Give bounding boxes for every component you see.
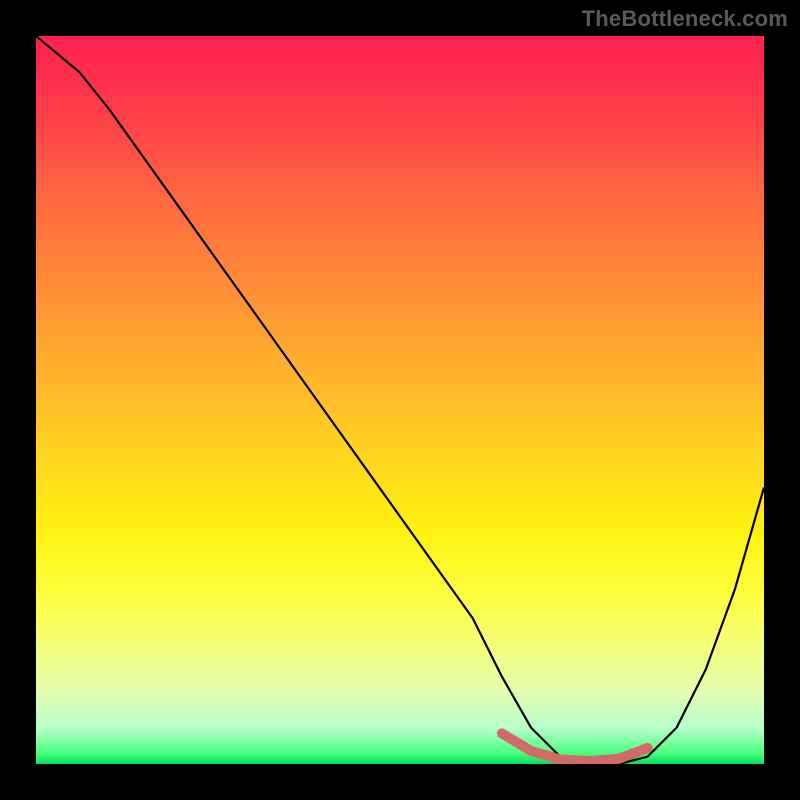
plot-area — [36, 36, 764, 764]
chart-svg — [36, 36, 764, 764]
optimal-range-path — [502, 733, 648, 761]
watermark-text: TheBottleneck.com — [582, 6, 788, 32]
chart-frame: TheBottleneck.com — [0, 0, 800, 800]
bottleneck-curve-path — [36, 36, 764, 764]
